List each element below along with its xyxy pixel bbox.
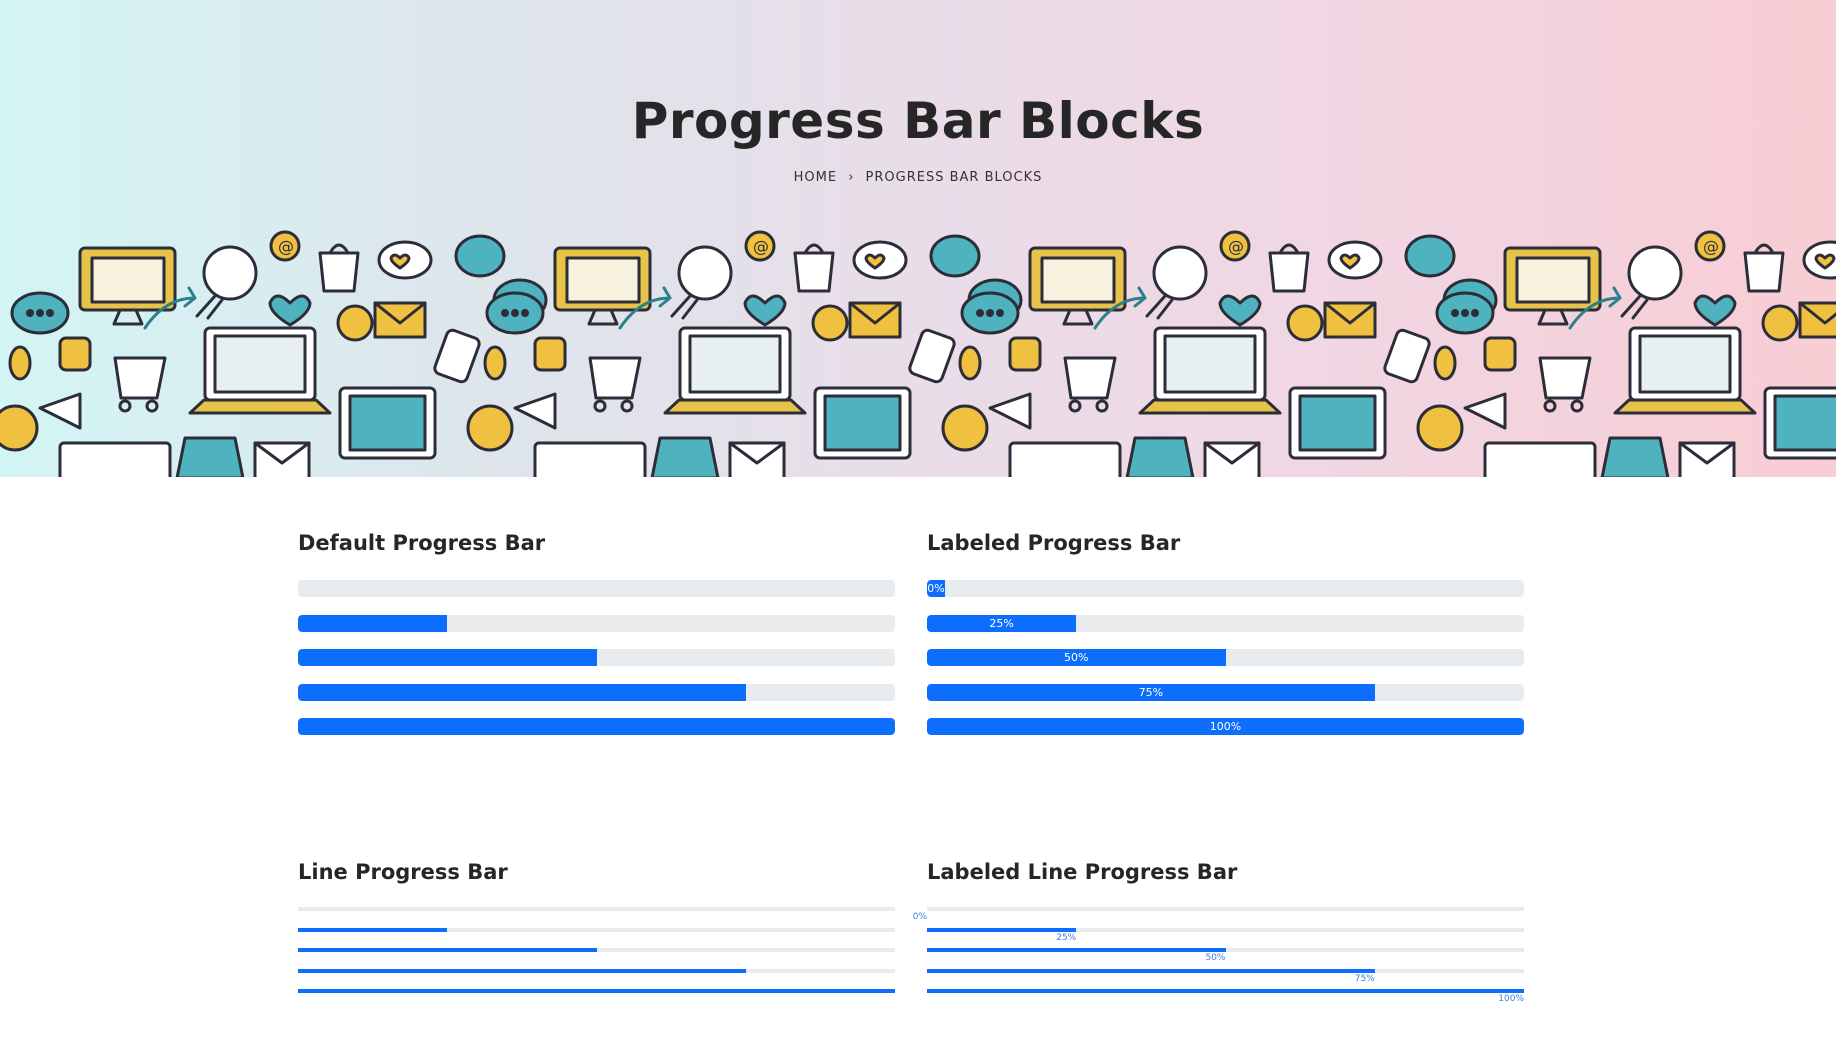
line-progress-label: 25% [1056,932,1077,943]
line-progress-fill [298,927,448,932]
line-progress-title: Line Progress Bar [298,860,508,884]
progress-bar-fill: 25% [927,614,1077,632]
progress-bar-fill [298,683,746,701]
line-progress-fill [927,968,1375,973]
line-progress-bar [298,989,895,993]
line-progress-bar [298,948,895,952]
line-progress-bar [298,927,895,932]
doodle-pattern-illustration: @ [0,230,1836,477]
labeled-line-progress-title: Labeled Line Progress Bar [927,860,1238,884]
breadcrumb-home-link[interactable]: HOME [794,170,837,185]
line-progress-bar [927,948,1524,952]
line-progress-fill [298,948,597,952]
progress-bar-fill [298,614,448,632]
progress-bar-fill: 100% [927,718,1524,735]
line-progress-label: 100% [1498,994,1524,1004]
progress-bar: 100% [927,718,1524,735]
line-progress-bar [927,907,1524,911]
line-progress-fill [927,927,1077,932]
progress-bar-fill: 50% [927,649,1226,666]
breadcrumb: HOME › PROGRESS BAR BLOCKS [0,170,1836,185]
page-hero: Progress Bar Blocks HOME › PROGRESS BAR … [0,0,1836,477]
breadcrumb-current: PROGRESS BAR BLOCKS [865,170,1043,185]
line-progress-label: 0% [912,912,927,922]
line-progress-bar [927,927,1524,932]
progress-bar: 25% [927,614,1524,632]
line-progress-label: 75% [1354,973,1375,984]
progress-bar-fill [298,649,597,666]
progress-bar [298,683,895,701]
progress-bar-fill: 0% [927,580,945,597]
chevron-right-icon: › [848,170,855,185]
progress-bar: 50% [927,649,1524,666]
progress-bar-fill [298,718,895,735]
progress-bar [298,614,895,632]
labeled-progress-title: Labeled Progress Bar [927,531,1181,555]
line-progress-bar [927,989,1524,993]
progress-bar [298,649,895,666]
line-progress-bar [298,968,895,973]
line-progress-block: Line Progress Bar [298,857,895,993]
line-progress-bar [927,968,1524,973]
progress-bar [298,718,895,735]
labeled-progress-block: Labeled Progress Bar 0% 25% 50% 75% 100% [927,528,1524,735]
line-progress-fill [927,948,1226,952]
default-progress-title: Default Progress Bar [298,531,546,555]
line-progress-fill [927,989,1524,993]
line-progress-fill [298,989,895,993]
progress-bar [298,580,895,597]
page-title: Progress Bar Blocks [631,92,1205,150]
labeled-line-progress-block: Labeled Line Progress Bar 0% 25% 50% 75% 100… [913,857,1524,1004]
line-progress-label: 50% [1205,953,1226,963]
progress-bar: 0% [927,580,1524,597]
line-progress-bar [298,907,895,911]
progress-bar: 75% [927,683,1524,701]
default-progress-block: Default Progress Bar [298,528,895,735]
progress-bar-fill: 75% [927,683,1375,701]
line-progress-fill [298,968,746,973]
